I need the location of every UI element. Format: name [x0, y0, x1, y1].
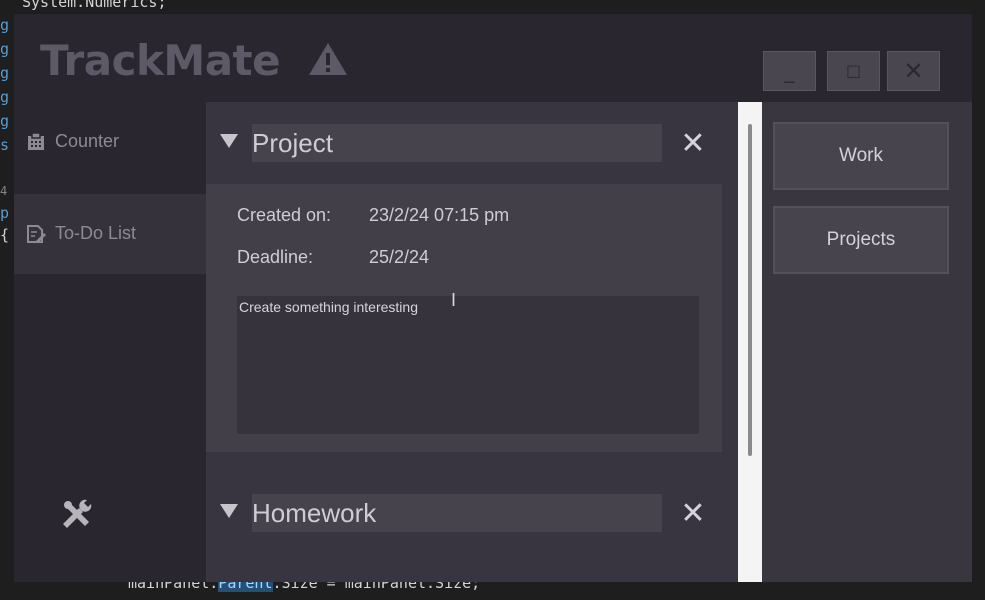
warning-triangle-icon [294, 40, 349, 84]
gutter-char: g [0, 88, 10, 106]
delete-task-button[interactable]: ✕ [678, 129, 708, 159]
scrollbar[interactable] [738, 102, 762, 582]
deadline-label: Deadline: [237, 247, 314, 267]
gutter-char: 4 [0, 184, 8, 198]
sidebar: Counter To-Do List [14, 102, 206, 582]
sidebar-item-counter[interactable]: Counter [14, 102, 206, 182]
category-button-projects[interactable]: Projects [773, 206, 949, 274]
task-description-textarea[interactable]: Create something interesting I [237, 290, 699, 434]
gutter-char: g [0, 16, 10, 34]
task-card-header: Project ✕ [206, 102, 738, 172]
document-edit-icon [26, 224, 46, 244]
sidebar-item-label: To-Do List [55, 223, 137, 243]
clipboard-icon [26, 132, 46, 152]
trackmate-window: TrackMate _ □ ✕ Counter To-Do List Proje… [14, 14, 972, 582]
close-window-button[interactable]: ✕ [887, 51, 940, 91]
title-bar[interactable]: TrackMate _ □ ✕ [14, 14, 972, 102]
maximize-button[interactable]: □ [827, 51, 880, 91]
tools-icon[interactable] [59, 496, 95, 532]
minimize-button[interactable]: _ [763, 51, 816, 91]
category-panel: Work Projects [762, 102, 972, 582]
gutter-char: g [0, 112, 10, 130]
task-title-input[interactable]: Homework [252, 494, 662, 532]
task-list-panel: Project ✕ Created on: 23/2/24 07:15 pm D… [206, 102, 738, 582]
gutter-char: g [0, 40, 10, 58]
deadline-value[interactable]: 25/2/24 [369, 247, 429, 268]
description-text: Create something interesting [239, 299, 418, 315]
sidebar-item-label: Counter [55, 131, 120, 151]
app-title-text: TrackMate [40, 36, 281, 85]
code-line-top: System.Numerics; [22, 0, 167, 11]
task-title-input[interactable]: Project [252, 124, 662, 162]
delete-task-button[interactable]: ✕ [678, 499, 708, 529]
created-value: 23/2/24 07:15 pm [369, 205, 510, 225]
category-button-work[interactable]: Work [773, 122, 949, 190]
gutter-char: p [0, 204, 10, 222]
scrollbar-thumb[interactable] [748, 124, 752, 456]
gutter-char: { [0, 226, 10, 244]
task-card-body: Created on: 23/2/24 07:15 pm Deadline: 2… [206, 184, 722, 452]
task-card-header: Homework ✕ [206, 476, 738, 546]
gutter-char: s [0, 136, 10, 154]
collapse-triangle-icon[interactable] [220, 134, 238, 148]
gutter-char: g [0, 64, 10, 82]
app-title: TrackMate [40, 36, 349, 85]
text-cursor-icon: I [451, 290, 457, 310]
collapse-triangle-icon[interactable] [220, 504, 238, 518]
sidebar-item-todo-list[interactable]: To-Do List [14, 194, 206, 274]
created-label: Created on: [237, 205, 332, 225]
